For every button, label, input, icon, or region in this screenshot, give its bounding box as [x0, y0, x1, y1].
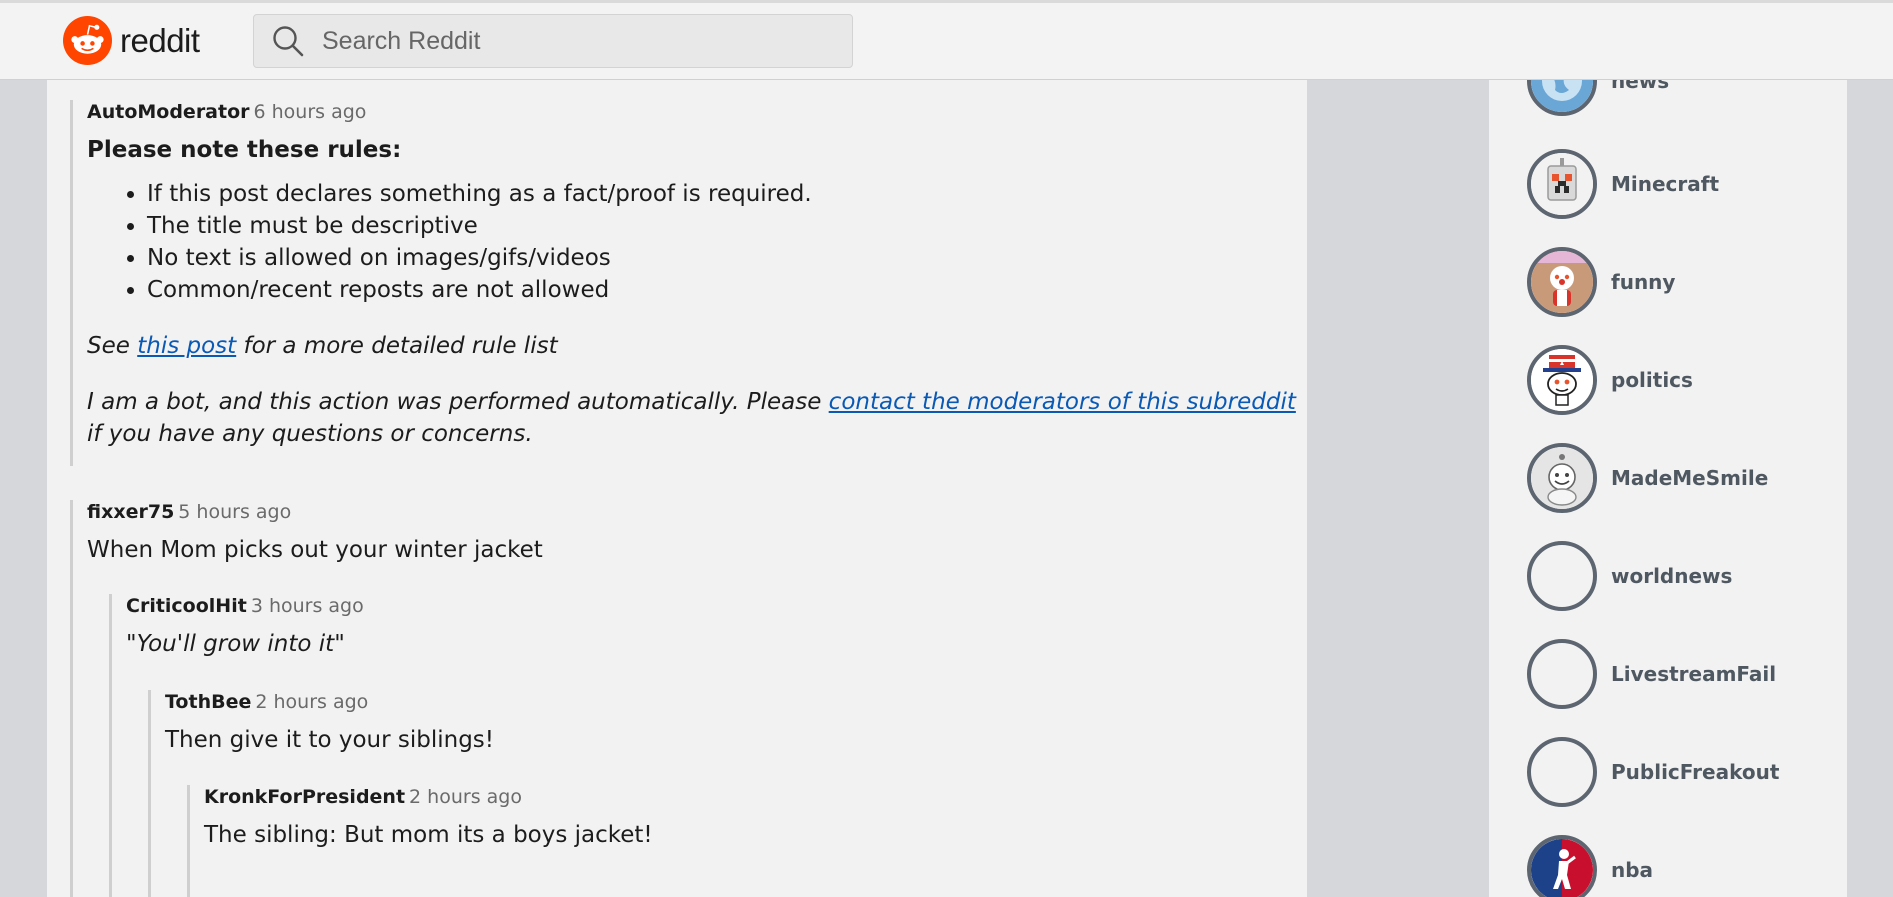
sidebar-item-livestreamfail[interactable]: LivestreamFail — [1527, 639, 1776, 709]
contact-moderators-link[interactable]: contact the moderators of this subreddit — [829, 389, 1296, 415]
comment-time: 5 hours ago — [178, 501, 292, 523]
comments-panel: AutoModerator 6 hours ago Please note the… — [47, 80, 1307, 897]
sidebar-item-news[interactable]: news — [1527, 80, 1669, 116]
comment-text: Then give it to your siblings! — [165, 727, 495, 753]
reddit-logo[interactable]: reddit — [63, 16, 200, 65]
subreddit-avatar — [1527, 345, 1597, 415]
rule-item: The title must be descriptive — [147, 210, 1300, 242]
subreddit-avatar — [1527, 443, 1597, 513]
comment-time: 3 hours ago — [250, 595, 364, 617]
search-box[interactable] — [253, 14, 853, 68]
comment-kronkforpresident: KronkForPresident 2 hours ago The sibling… — [187, 785, 1287, 897]
subreddit-name: politics — [1611, 368, 1693, 392]
subreddit-name: LivestreamFail — [1611, 662, 1777, 686]
sidebar-item-publicfreakout[interactable]: PublicFreakout — [1527, 737, 1779, 807]
comment-meta: fixxer75 5 hours ago — [87, 500, 1300, 524]
sidebar-item-mademesmile[interactable]: MadeMeSmile — [1527, 443, 1768, 513]
search-input[interactable] — [320, 20, 824, 62]
comment-author[interactable]: TothBee — [165, 691, 251, 713]
comment-time: 6 hours ago — [253, 101, 367, 123]
rules-title: Please note these rules: — [87, 137, 402, 163]
comment-meta: AutoModerator 6 hours ago — [87, 100, 1300, 124]
comment-time: 2 hours ago — [255, 691, 369, 713]
subreddit-avatar — [1527, 149, 1597, 219]
comment-author[interactable]: KronkForPresident — [204, 786, 405, 808]
funny-snoo-icon — [1531, 251, 1593, 313]
subreddit-name: funny — [1611, 270, 1676, 294]
comment-meta: KronkForPresident 2 hours ago — [204, 785, 1287, 809]
sidebar-item-nba[interactable]: nba — [1527, 835, 1653, 897]
comment-author[interactable]: AutoModerator — [87, 101, 250, 123]
subreddit-name: worldnews — [1611, 564, 1733, 588]
sidebar-item-politics[interactable]: politics — [1527, 345, 1693, 415]
smiling-snoo-icon — [1531, 447, 1593, 509]
rules-see-text: See this post for a more detailed rule l… — [87, 333, 558, 359]
bot-notice-text: I am a bot, and this action was performe… — [87, 389, 1296, 447]
comment-text: The sibling: But mom its a boys jacket! — [204, 822, 653, 848]
comment-author[interactable]: fixxer75 — [87, 501, 174, 523]
comment-meta: CriticoolHit 3 hours ago — [126, 594, 1289, 618]
this-post-link[interactable]: this post — [137, 333, 236, 359]
globe-icon — [1531, 80, 1593, 112]
sidebar-item-worldnews[interactable]: worldnews — [1527, 541, 1732, 611]
subreddit-name: MadeMeSmile — [1611, 466, 1769, 490]
nba-logo-icon — [1531, 839, 1593, 897]
subreddit-name: nba — [1611, 858, 1654, 882]
rule-item: Common/recent reposts are not allowed — [147, 274, 1300, 306]
rule-item: If this post declares something as a fac… — [147, 178, 1300, 210]
subreddit-name: news — [1611, 80, 1670, 93]
empty-avatar — [1527, 541, 1597, 611]
rules-list: If this post declares something as a fac… — [87, 178, 1300, 306]
subreddit-sidebar: news Minecraft funny politics MadeMeSmil… — [1489, 80, 1847, 897]
comment-time: 2 hours ago — [409, 786, 522, 808]
comment-text: "You'll grow into it" — [126, 631, 345, 657]
subreddit-avatar — [1527, 80, 1597, 116]
uncle-sam-snoo-icon — [1531, 349, 1593, 411]
creeper-robot-icon — [1531, 153, 1593, 215]
sidebar-item-minecraft[interactable]: Minecraft — [1527, 149, 1719, 219]
subreddit-name: Minecraft — [1611, 172, 1720, 196]
comment-meta: TothBee 2 hours ago — [165, 690, 1288, 714]
nested-thread-line — [148, 890, 151, 897]
subreddit-name: PublicFreakout — [1611, 760, 1780, 784]
comment-author[interactable]: CriticoolHit — [126, 595, 247, 617]
search-icon — [273, 26, 304, 57]
logo-text: reddit — [120, 21, 200, 59]
subreddit-avatar — [1527, 835, 1597, 897]
comment-text: When Mom picks out your winter jacket — [87, 537, 543, 563]
subreddit-avatar — [1527, 247, 1597, 317]
rule-item: No text is allowed on images/gifs/videos — [147, 242, 1300, 274]
sidebar-item-funny[interactable]: funny — [1527, 247, 1675, 317]
comment-automoderator: AutoModerator 6 hours ago Please note the… — [70, 100, 1300, 466]
empty-avatar — [1527, 639, 1597, 709]
reddit-snoo-icon — [63, 16, 112, 65]
top-bar: reddit — [0, 0, 1893, 80]
empty-avatar — [1527, 737, 1597, 807]
